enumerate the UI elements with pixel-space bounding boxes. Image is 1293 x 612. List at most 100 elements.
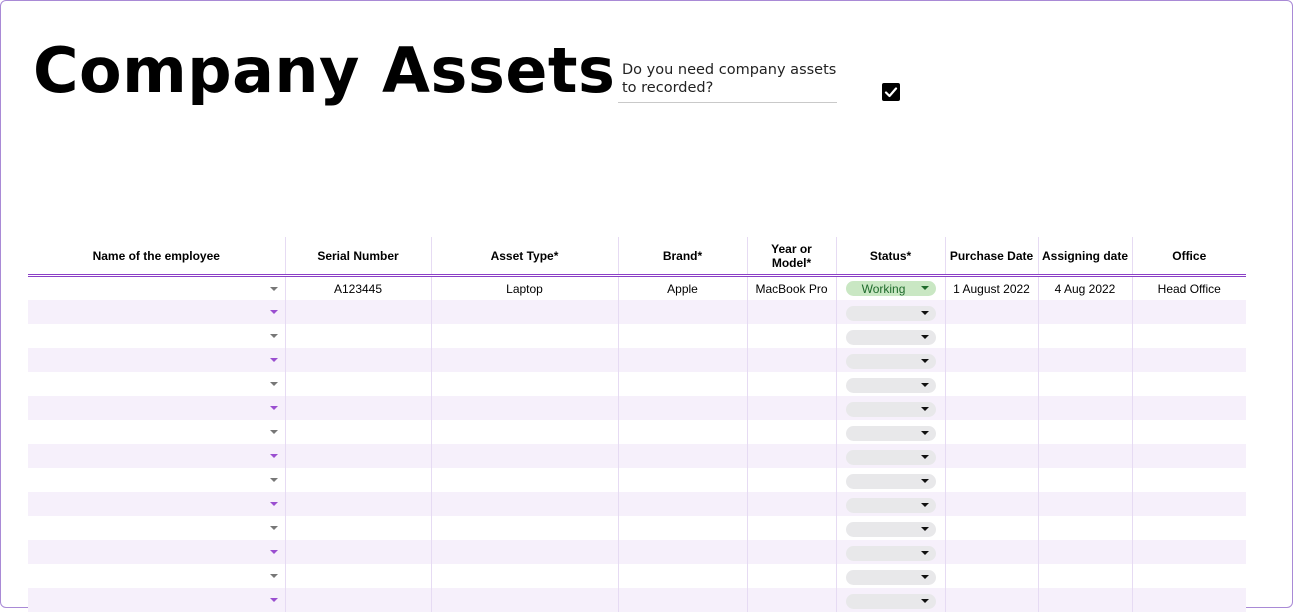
brand-cell[interactable] [617, 588, 747, 612]
dropdown-arrow-icon[interactable] [269, 598, 278, 602]
assigning-date-cell[interactable] [1037, 492, 1132, 516]
status-cell[interactable] [835, 300, 945, 324]
assigning-date-cell[interactable]: 4 Aug 2022 [1037, 275, 1132, 300]
status-cell[interactable] [835, 324, 945, 348]
brand-cell[interactable] [617, 516, 747, 540]
office-cell[interactable] [1131, 540, 1246, 564]
status-cell[interactable] [835, 468, 945, 492]
purchase-date-cell[interactable] [944, 492, 1038, 516]
employee-cell[interactable] [28, 372, 285, 396]
employee-cell[interactable] [28, 324, 285, 348]
office-cell[interactable] [1131, 324, 1246, 348]
office-cell[interactable] [1131, 420, 1246, 444]
purchase-date-cell[interactable] [944, 300, 1038, 324]
dropdown-arrow-icon[interactable] [269, 430, 278, 434]
brand-cell[interactable] [617, 444, 747, 468]
status-dropdown[interactable] [845, 522, 936, 538]
employee-cell[interactable] [28, 396, 285, 420]
dropdown-arrow-icon[interactable] [269, 550, 278, 554]
employee-cell[interactable] [28, 348, 285, 372]
status-dropdown[interactable] [845, 450, 936, 466]
serial-number-cell[interactable] [284, 396, 431, 420]
office-cell[interactable] [1131, 588, 1246, 612]
dropdown-arrow-icon[interactable] [269, 382, 278, 386]
brand-cell[interactable] [617, 372, 747, 396]
employee-cell[interactable] [28, 468, 285, 492]
status-dropdown[interactable]: Working [845, 281, 936, 296]
serial-number-cell[interactable] [284, 324, 431, 348]
assigning-date-cell[interactable] [1037, 444, 1132, 468]
assigning-date-cell[interactable] [1037, 540, 1132, 564]
dropdown-arrow-icon[interactable] [269, 574, 278, 578]
model-cell[interactable] [746, 348, 836, 372]
serial-number-cell[interactable] [284, 540, 431, 564]
serial-number-cell[interactable] [284, 372, 431, 396]
serial-number-cell[interactable] [284, 444, 431, 468]
status-dropdown[interactable] [845, 594, 936, 610]
status-dropdown[interactable] [845, 474, 936, 490]
assigning-date-cell[interactable] [1037, 372, 1132, 396]
office-cell[interactable] [1131, 348, 1246, 372]
model-cell[interactable] [746, 444, 836, 468]
dropdown-arrow-icon[interactable] [269, 406, 278, 410]
brand-cell[interactable] [617, 420, 747, 444]
purchase-date-cell[interactable] [944, 420, 1038, 444]
asset-type-cell[interactable] [430, 348, 618, 372]
brand-cell[interactable] [617, 540, 747, 564]
purchase-date-cell[interactable] [944, 564, 1038, 588]
purchase-date-cell[interactable] [944, 396, 1038, 420]
employee-cell[interactable] [28, 588, 285, 612]
office-cell[interactable] [1131, 468, 1246, 492]
employee-cell[interactable] [28, 564, 285, 588]
asset-type-cell[interactable] [430, 492, 618, 516]
serial-number-cell[interactable] [284, 492, 431, 516]
brand-cell[interactable] [617, 396, 747, 420]
status-cell[interactable] [835, 396, 945, 420]
status-dropdown[interactable] [845, 354, 936, 370]
office-cell[interactable] [1131, 564, 1246, 588]
status-cell[interactable] [835, 540, 945, 564]
purchase-date-cell[interactable] [944, 588, 1038, 612]
status-cell[interactable] [835, 348, 945, 372]
model-cell[interactable] [746, 492, 836, 516]
serial-number-cell[interactable] [284, 300, 431, 324]
asset-type-cell[interactable] [430, 324, 618, 348]
assigning-date-cell[interactable] [1037, 324, 1132, 348]
brand-cell[interactable] [617, 324, 747, 348]
dropdown-arrow-icon[interactable] [269, 478, 278, 482]
model-cell[interactable] [746, 420, 836, 444]
status-dropdown[interactable] [845, 426, 936, 442]
status-cell[interactable] [835, 564, 945, 588]
serial-number-cell[interactable] [284, 348, 431, 372]
office-cell[interactable] [1131, 396, 1246, 420]
assigning-date-cell[interactable] [1037, 516, 1132, 540]
purchase-date-cell[interactable] [944, 324, 1038, 348]
assigning-date-cell[interactable] [1037, 588, 1132, 612]
asset-type-cell[interactable] [430, 468, 618, 492]
brand-cell[interactable] [617, 348, 747, 372]
purchase-date-cell[interactable]: 1 August 2022 [944, 275, 1038, 300]
dropdown-arrow-icon[interactable] [269, 454, 278, 458]
model-cell[interactable] [746, 588, 836, 612]
employee-cell[interactable] [28, 300, 285, 324]
status-cell[interactable] [835, 372, 945, 396]
model-cell[interactable] [746, 396, 836, 420]
status-cell[interactable] [835, 420, 945, 444]
serial-number-cell[interactable] [284, 468, 431, 492]
dropdown-arrow-icon[interactable] [269, 334, 278, 338]
office-cell[interactable] [1131, 516, 1246, 540]
asset-type-cell[interactable] [430, 396, 618, 420]
asset-type-cell[interactable] [430, 420, 618, 444]
model-cell[interactable] [746, 300, 836, 324]
assigning-date-cell[interactable] [1037, 300, 1132, 324]
status-dropdown[interactable] [845, 546, 936, 562]
model-cell[interactable] [746, 540, 836, 564]
assigning-date-cell[interactable] [1037, 564, 1132, 588]
employee-cell[interactable] [28, 492, 285, 516]
office-cell[interactable]: Head Office [1131, 275, 1246, 300]
brand-cell[interactable] [617, 468, 747, 492]
status-dropdown[interactable] [845, 498, 936, 514]
purchase-date-cell[interactable] [944, 468, 1038, 492]
status-dropdown[interactable] [845, 402, 936, 418]
asset-type-cell[interactable] [430, 564, 618, 588]
